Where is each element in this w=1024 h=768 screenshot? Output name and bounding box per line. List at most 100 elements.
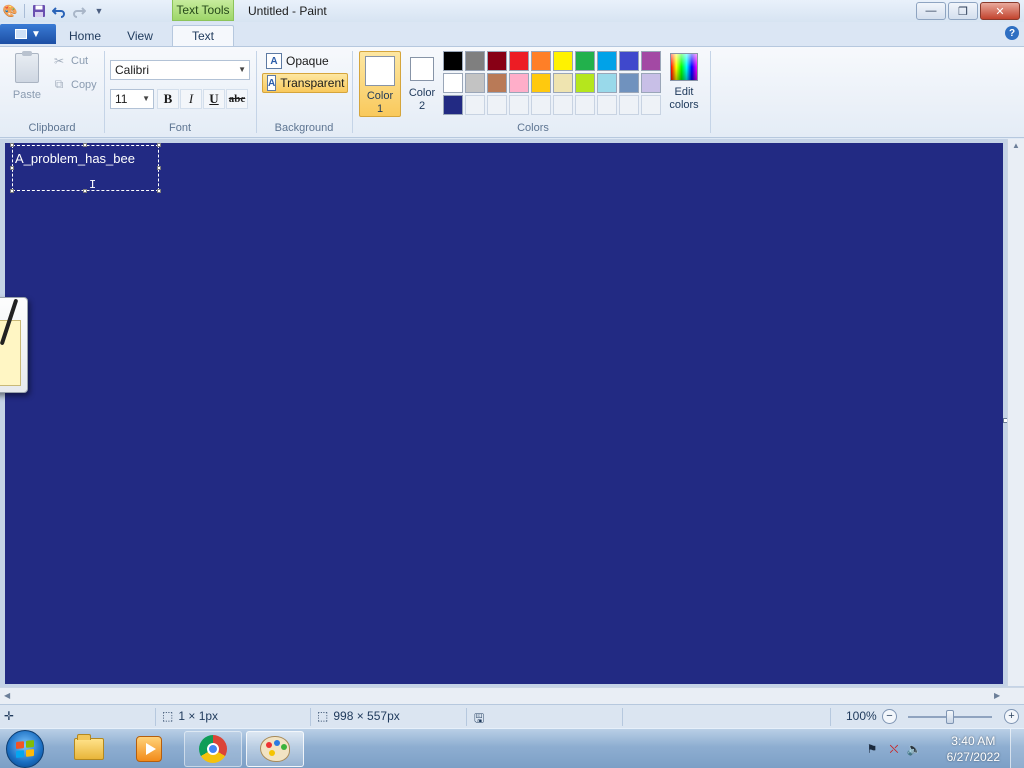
show-desktop-button[interactable] <box>1010 729 1024 768</box>
network-icon[interactable]: ⛌ <box>886 742 902 756</box>
color-swatch[interactable] <box>597 73 617 93</box>
clock[interactable]: 3:40 AM 6/27/2022 <box>947 733 1000 765</box>
action-center-icon[interactable]: ⚑ <box>864 742 880 756</box>
resize-handle[interactable] <box>157 143 161 147</box>
color-2-button[interactable]: Color 2 <box>401 51 443 117</box>
taskbar-file-explorer[interactable] <box>60 731 118 767</box>
clock-date: 6/27/2022 <box>946 750 1000 764</box>
color-swatch[interactable] <box>641 51 661 71</box>
scroll-right-icon[interactable]: ▶ <box>994 691 1000 700</box>
sticky-notes-icon[interactable] <box>0 297 28 393</box>
custom-color-slot[interactable] <box>553 95 573 115</box>
scroll-up-icon[interactable]: ▲ <box>1012 141 1020 150</box>
opaque-button[interactable]: A Opaque <box>262 51 333 71</box>
resize-handle[interactable] <box>157 189 161 193</box>
color-swatch[interactable] <box>465 73 485 93</box>
volume-icon[interactable]: 🔈 <box>906 742 922 756</box>
custom-color-slot[interactable] <box>597 95 617 115</box>
font-size-select[interactable]: 11 ▼ <box>110 89 154 109</box>
opaque-icon: A <box>266 53 282 69</box>
taskbar-chrome[interactable] <box>184 731 242 767</box>
undo-icon[interactable] <box>51 3 67 19</box>
quick-access-toolbar: 🎨 ▼ <box>2 2 107 20</box>
paint-app-icon[interactable]: 🎨 <box>2 3 18 19</box>
color-swatch[interactable] <box>531 51 551 71</box>
zoom-in-button[interactable]: + <box>1004 709 1019 724</box>
taskbar: ⚑ ⛌ 🔈 3:40 AM 6/27/2022 <box>0 728 1024 768</box>
taskbar-media-player[interactable] <box>120 731 178 767</box>
help-icon[interactable]: ? <box>1005 26 1019 40</box>
color-swatch[interactable] <box>465 51 485 71</box>
resize-handle[interactable] <box>10 166 14 170</box>
color-1-button[interactable]: Color 1 <box>359 51 401 117</box>
maximize-button[interactable]: ❐ <box>948 2 978 20</box>
ribbon: Paste ✂ Cut ⧉ Copy Clipboard Calibri ▼ 1… <box>0 46 1024 138</box>
color-swatch[interactable] <box>641 73 661 93</box>
resize-handle[interactable] <box>83 189 87 193</box>
tab-home[interactable]: Home <box>60 25 110 46</box>
custom-color-slot[interactable] <box>575 95 595 115</box>
custom-color-slot[interactable] <box>641 95 661 115</box>
color-swatch[interactable] <box>531 73 551 93</box>
text-box[interactable]: A_problem_has_bee I <box>10 143 161 193</box>
resize-handle[interactable] <box>157 166 161 170</box>
horizontal-scrollbar[interactable]: ◀ ▶ <box>0 687 1024 704</box>
resize-handle[interactable] <box>83 143 87 147</box>
transparent-button[interactable]: A Transparent <box>262 73 348 93</box>
cursor-position-icon: ✛ <box>4 709 15 723</box>
status-separator <box>830 708 831 726</box>
custom-color-slot[interactable] <box>487 95 507 115</box>
custom-color-slot[interactable] <box>619 95 639 115</box>
font-family-select[interactable]: Calibri ▼ <box>110 60 250 80</box>
color-swatch[interactable] <box>487 51 507 71</box>
minimize-button[interactable]: — <box>916 2 946 20</box>
cut-button[interactable]: ✂ Cut <box>52 54 88 68</box>
start-button[interactable] <box>6 730 44 768</box>
transparent-label: Transparent <box>280 76 345 90</box>
redo-icon[interactable] <box>71 3 87 19</box>
underline-button[interactable]: U <box>203 89 225 109</box>
scroll-left-icon[interactable]: ◀ <box>4 691 10 700</box>
resize-handle[interactable] <box>10 189 14 193</box>
custom-color-slot[interactable] <box>465 95 485 115</box>
color-swatch[interactable] <box>553 73 573 93</box>
italic-button[interactable]: I <box>180 89 202 109</box>
close-button[interactable]: ✕ <box>980 2 1020 20</box>
customize-qat-dropdown-icon[interactable]: ▼ <box>91 3 107 19</box>
custom-color-slot[interactable] <box>531 95 551 115</box>
color-swatch[interactable] <box>443 73 463 93</box>
bold-button[interactable]: B <box>157 89 179 109</box>
zoom-slider-thumb[interactable] <box>946 710 954 724</box>
color-swatch[interactable] <box>509 73 529 93</box>
color-swatch[interactable] <box>553 51 573 71</box>
color-swatch[interactable] <box>575 51 595 71</box>
edit-colors-button[interactable]: Edit colors <box>666 53 702 112</box>
color-swatch[interactable] <box>619 51 639 71</box>
color-swatch[interactable] <box>443 51 463 71</box>
text-box-content[interactable]: A_problem_has_bee <box>15 151 135 166</box>
color-swatch[interactable] <box>443 95 463 115</box>
custom-color-slot[interactable] <box>509 95 529 115</box>
color-swatch[interactable] <box>487 73 507 93</box>
strikethrough-button[interactable]: abc <box>226 89 248 109</box>
drawing-canvas[interactable]: A_problem_has_bee I <box>5 143 1008 684</box>
color-swatch[interactable] <box>597 51 617 71</box>
color-1-label: Color <box>366 90 394 102</box>
resize-handle[interactable] <box>10 143 14 147</box>
color-swatch[interactable] <box>575 73 595 93</box>
tab-view[interactable]: View <box>116 25 164 46</box>
color-2-number: 2 <box>418 100 426 112</box>
paint-menu-button[interactable]: ▼ <box>0 24 56 44</box>
copy-button[interactable]: ⧉ Copy <box>52 77 97 92</box>
color-palette <box>443 51 661 115</box>
vertical-scrollbar[interactable]: ▲ <box>1007 139 1024 686</box>
tab-text[interactable]: Text <box>172 25 234 46</box>
taskbar-paint[interactable] <box>246 731 304 767</box>
zoom-out-button[interactable]: − <box>882 709 897 724</box>
group-separator <box>352 51 353 133</box>
color-swatch[interactable] <box>619 73 639 93</box>
color-swatch[interactable] <box>509 51 529 71</box>
paste-button[interactable]: Paste <box>8 51 46 107</box>
save-icon[interactable] <box>31 3 47 19</box>
color-1-number: 1 <box>376 103 384 115</box>
